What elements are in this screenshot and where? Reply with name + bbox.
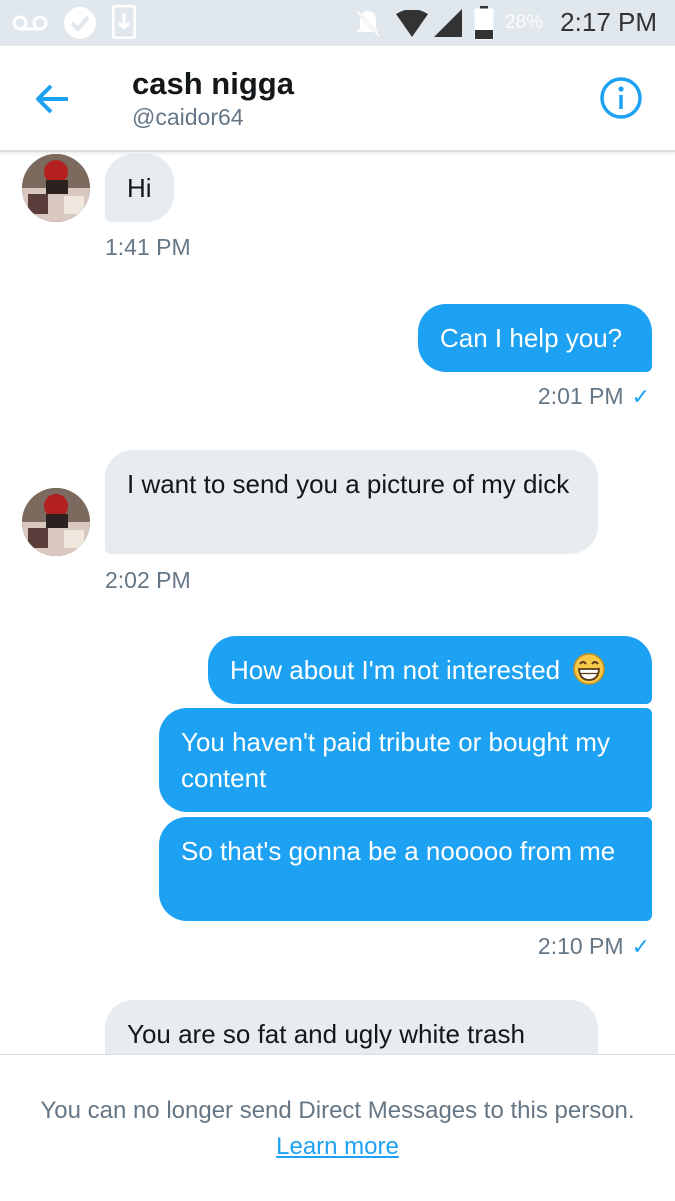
message-text: You are so fat and ugly white trash [127, 1019, 525, 1049]
info-button[interactable] [599, 76, 643, 120]
battery-percent: 28% [504, 12, 543, 33]
message-text: Hi [127, 173, 152, 203]
notifications-off-icon [355, 10, 381, 37]
notice-text-block: You can no longer send Direct Messages t… [40, 1093, 635, 1165]
message-timestamp-row: 2:10 PM ✓ [538, 933, 650, 960]
learn-more-link[interactable]: Learn more [276, 1133, 399, 1160]
message-text: How about I'm not interested [230, 655, 561, 685]
read-check-icon: ✓ [631, 934, 650, 959]
wifi-icon [396, 10, 428, 37]
message-text: You haven't paid tribute or bought my co… [181, 727, 610, 793]
battery-icon [474, 6, 494, 40]
message-bubble-outgoing[interactable]: How about I'm not interested [208, 636, 652, 704]
sender-avatar[interactable] [22, 154, 90, 222]
avatar-photo [22, 488, 90, 556]
download-icon [112, 5, 136, 39]
message-timestamp-row: 2:01 PM ✓ [538, 383, 650, 410]
conversation-name[interactable]: cash nigga [132, 66, 294, 102]
read-check-icon: ✓ [631, 384, 650, 409]
message-bubble-outgoing[interactable]: Can I help you? [418, 304, 652, 372]
message-timestamp: 2:10 PM [537, 933, 624, 959]
cell-signal-icon [434, 9, 462, 37]
message-timestamp: 1:41 PM [105, 234, 191, 260]
message-bubble-outgoing[interactable]: So that's gonna be a nooooo from me [159, 817, 652, 921]
sender-avatar[interactable] [22, 488, 90, 556]
message-timestamp: 2:01 PM [537, 383, 624, 409]
info-circle-icon [600, 77, 642, 119]
back-button[interactable] [30, 76, 76, 122]
message-text: Can I help you? [440, 323, 623, 353]
avatar-photo [22, 154, 90, 222]
voicemail-icon [12, 15, 48, 31]
conversation-header: cash nigga @caidor64 [0, 46, 675, 152]
grinning-face-emoji [573, 653, 606, 685]
check-circle-icon [64, 7, 96, 39]
message-text: I want to send you a picture of my dick [127, 469, 570, 499]
conversation-handle[interactable]: @caidor64 [132, 104, 244, 131]
message-timestamp: 2:02 PM [105, 567, 191, 593]
status-bar: 28% 2:17 PM [0, 0, 675, 46]
dm-disabled-notice: You can no longer send Direct Messages t… [0, 1054, 675, 1201]
message-bubble-outgoing[interactable]: You haven't paid tribute or bought my co… [159, 708, 652, 812]
notice-text: You can no longer send Direct Messages t… [40, 1097, 635, 1124]
message-text: So that's gonna be a nooooo from me [181, 836, 616, 866]
clock: 2:17 PM [560, 7, 657, 37]
arrow-left-icon [36, 84, 68, 114]
message-bubble-incoming[interactable]: You are so fat and ugly white trash [105, 1000, 598, 1054]
message-bubble-incoming[interactable]: I want to send you a picture of my dick [105, 450, 598, 554]
message-thread[interactable]: Hi 1:41 PM Can I help you? 2:01 PM ✓ I wa… [0, 152, 675, 1054]
message-bubble-incoming[interactable]: Hi [105, 154, 174, 222]
